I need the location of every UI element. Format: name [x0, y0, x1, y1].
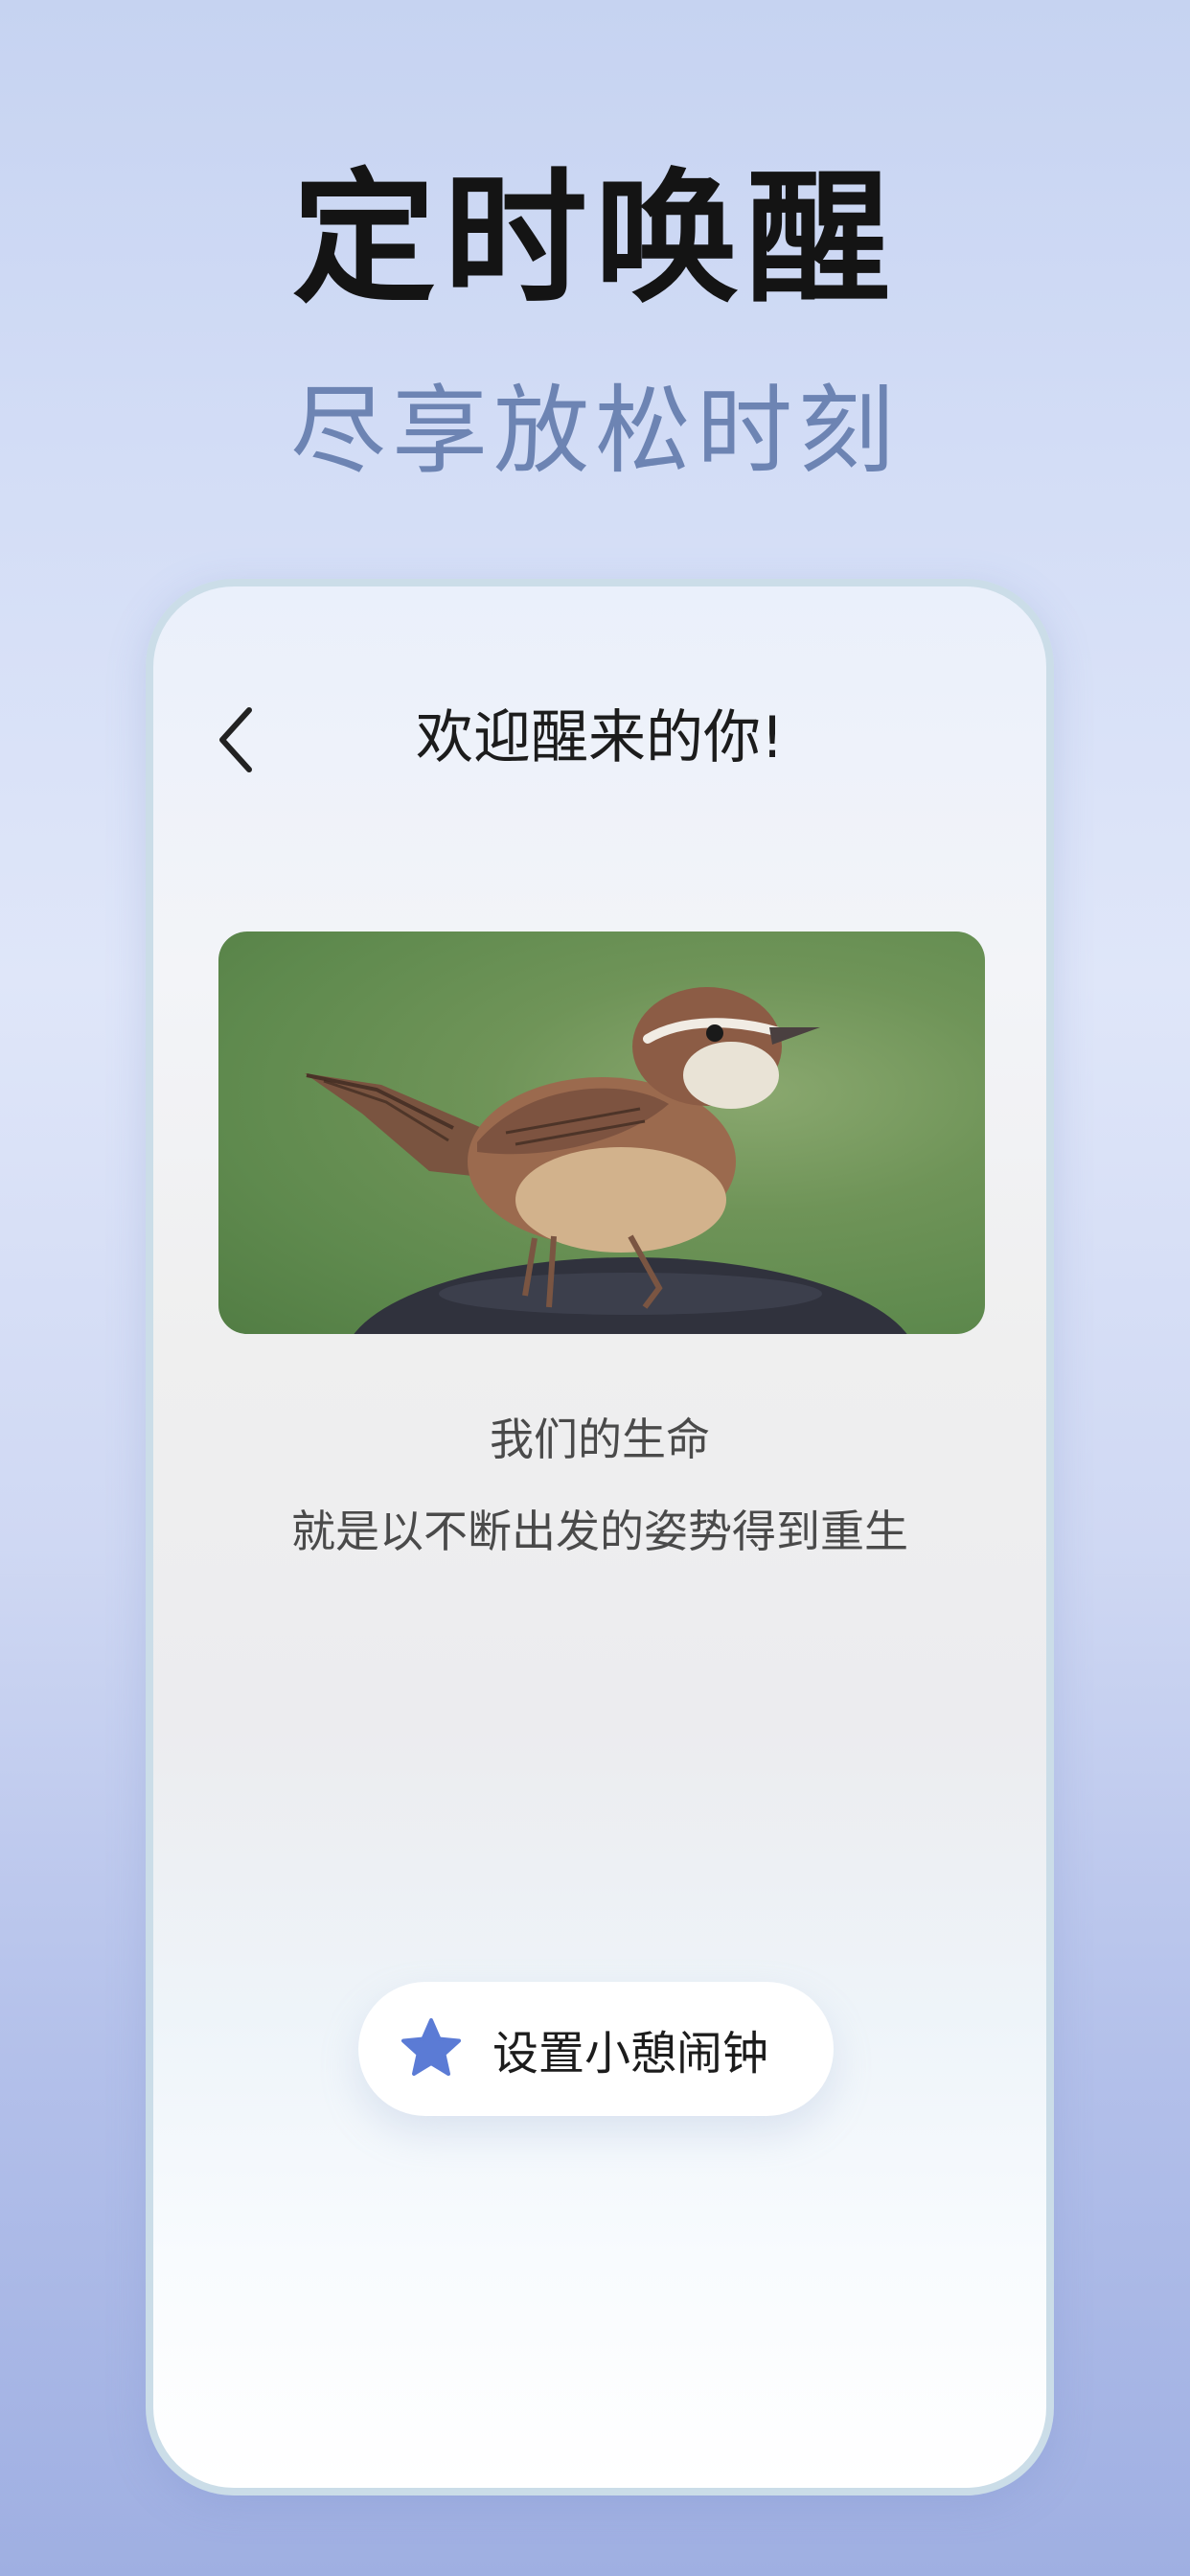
phone-mockup: 欢迎醒来的你! 我们的生命 就是以不断出发的姿势得到重生 设置小憩闹钟: [146, 579, 1054, 2496]
quote-line-2: 就是以不断出发的姿势得到重生: [291, 1506, 908, 1557]
set-nap-alarm-button[interactable]: 设置小憩闹钟: [358, 1982, 834, 2116]
star-icon: [399, 2016, 464, 2082]
promo-subline: 尽享放松时刻: [290, 375, 900, 487]
screen-title: 欢迎醒来的你!: [415, 704, 785, 771]
wren-bird-photo: [218, 932, 985, 1334]
quote-line-1: 我们的生命: [490, 1414, 710, 1465]
promo-headline: 定时唤醒: [291, 156, 898, 323]
cta-label: 设置小憩闹钟: [492, 2027, 769, 2081]
